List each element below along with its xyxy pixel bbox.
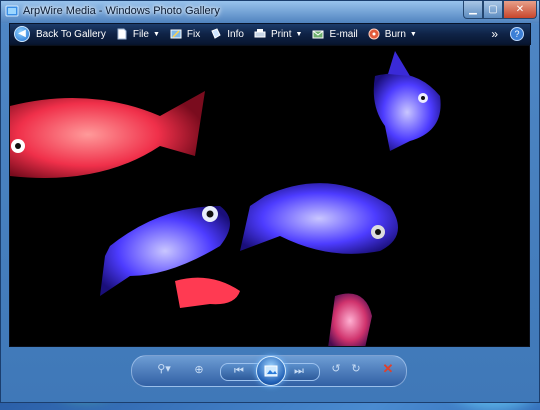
info-label: Info bbox=[227, 28, 244, 40]
chevron-down-icon: ▼ bbox=[409, 30, 417, 38]
fish-pink-bottom bbox=[328, 293, 372, 346]
viewer-controls: ⚲▾ ⊕ ⏮ ⏭ ↺ ↻ ✕ bbox=[131, 355, 407, 387]
previous-icon: ⏮ bbox=[234, 365, 244, 377]
photo-image bbox=[10, 51, 441, 346]
fish-red bbox=[10, 91, 205, 178]
previous-button[interactable]: ⏮ bbox=[227, 365, 251, 378]
title-bar[interactable]: ArpWire Media - Windows Photo Gallery ▁ … bbox=[1, 1, 539, 23]
fish-purple-middle bbox=[240, 183, 398, 254]
burn-label: Burn bbox=[384, 28, 406, 40]
maximize-icon: ▢ bbox=[488, 4, 498, 15]
print-menu-button[interactable]: Print ▼ bbox=[250, 24, 309, 44]
next-icon: ⏭ bbox=[294, 365, 304, 377]
email-icon bbox=[312, 30, 324, 39]
magnifier-icon: ⚲▾ bbox=[157, 363, 171, 375]
rotate-cw-icon: ↻ bbox=[351, 363, 361, 375]
rotate-ccw-button[interactable]: ↺ bbox=[328, 362, 344, 375]
help-button[interactable]: ? bbox=[510, 27, 524, 41]
rotate-ccw-icon: ↺ bbox=[331, 363, 341, 375]
email-label: E-mail bbox=[329, 28, 358, 40]
slideshow-icon bbox=[264, 365, 278, 377]
window-title: ArpWire Media - Windows Photo Gallery bbox=[23, 5, 220, 17]
close-icon: ✕ bbox=[515, 4, 525, 15]
maximize-button[interactable]: ▢ bbox=[483, 1, 503, 19]
print-label: Print bbox=[270, 28, 292, 40]
fish-small-red bbox=[175, 277, 240, 308]
minimize-button[interactable]: ▁ bbox=[463, 1, 483, 19]
file-menu-button[interactable]: File ▼ bbox=[112, 24, 166, 44]
close-button[interactable]: ✕ bbox=[503, 1, 537, 19]
burn-menu-button[interactable]: Burn ▼ bbox=[364, 24, 423, 44]
app-icon bbox=[5, 5, 19, 17]
file-label: File bbox=[132, 28, 149, 40]
printer-icon bbox=[254, 29, 266, 38]
fit-window-button[interactable]: ⊕ bbox=[190, 363, 208, 376]
fit-window-icon: ⊕ bbox=[194, 364, 204, 376]
email-button[interactable]: E-mail bbox=[308, 24, 363, 44]
rotate-cw-button[interactable]: ↻ bbox=[348, 362, 364, 375]
delete-icon: ✕ bbox=[382, 361, 394, 376]
back-to-gallery-button[interactable]: ◀ Back To Gallery bbox=[10, 24, 112, 44]
photo-gallery-window: ArpWire Media - Windows Photo Gallery ▁ … bbox=[0, 0, 540, 403]
fix-icon bbox=[170, 29, 182, 39]
chevron-down-icon: ▼ bbox=[152, 30, 160, 38]
minimize-icon: ▁ bbox=[469, 4, 477, 15]
delete-button[interactable]: ✕ bbox=[380, 361, 396, 377]
photo-viewer bbox=[9, 45, 530, 347]
more-commands-button[interactable]: » bbox=[489, 24, 500, 44]
back-label: Back To Gallery bbox=[36, 28, 106, 40]
info-icon bbox=[211, 28, 221, 39]
command-toolbar: ◀ Back To Gallery File ▼ Fix Info Print … bbox=[9, 23, 531, 45]
info-button[interactable]: Info bbox=[206, 24, 250, 44]
back-arrow-icon: ◀ bbox=[14, 26, 30, 42]
chevron-down-icon: ▼ bbox=[295, 30, 303, 38]
document-icon bbox=[117, 28, 127, 40]
zoom-button[interactable]: ⚲▾ bbox=[152, 362, 176, 375]
fix-label: Fix bbox=[186, 28, 201, 40]
slideshow-button[interactable] bbox=[256, 356, 286, 386]
fix-button[interactable]: Fix bbox=[166, 24, 206, 44]
disc-icon bbox=[368, 28, 380, 40]
toolbar-right-group: » ? bbox=[489, 24, 530, 44]
next-button[interactable]: ⏭ bbox=[287, 365, 311, 378]
fish-blue-top bbox=[373, 51, 441, 151]
